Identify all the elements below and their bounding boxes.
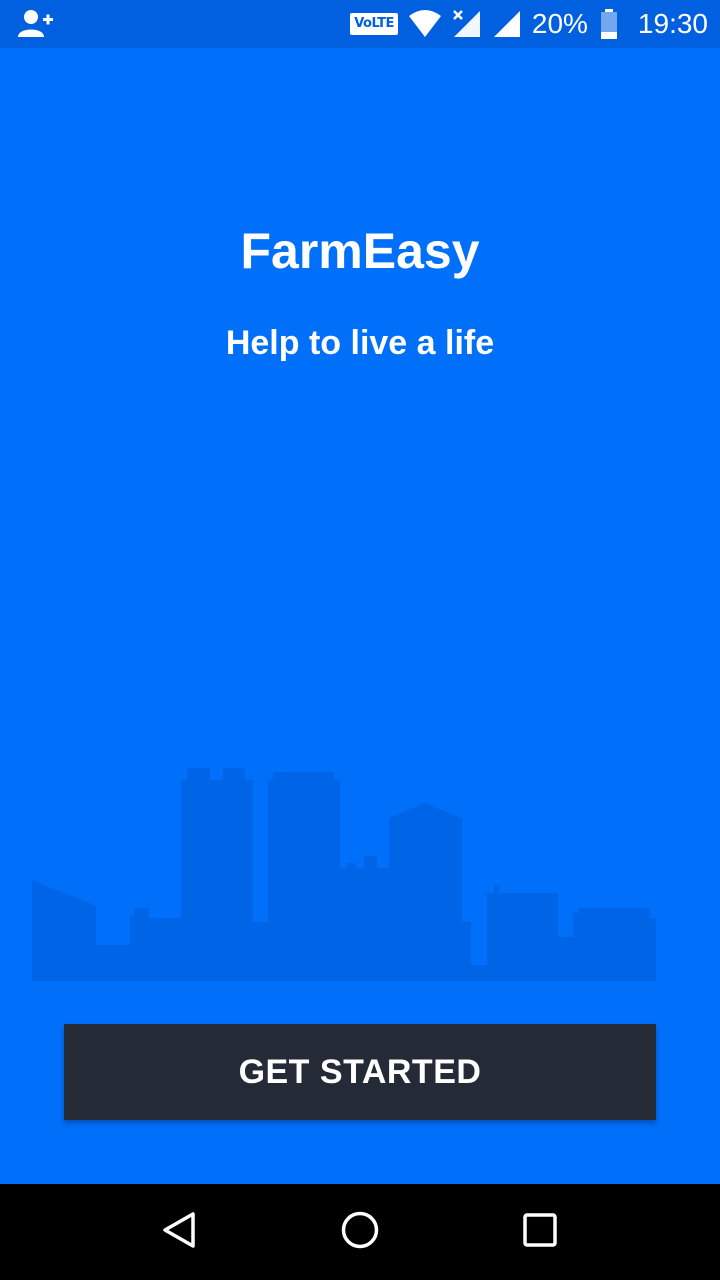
battery-percentage: 20%: [531, 8, 588, 39]
wifi-icon: [408, 10, 442, 38]
app-title: FarmEasy: [240, 223, 480, 279]
volte-badge: VoLTE: [350, 13, 398, 35]
signal-icon: [492, 9, 522, 39]
status-bar: VoLTE 20% 19:30: [0, 0, 720, 48]
get-started-button[interactable]: GET STARTED: [64, 1024, 656, 1120]
recents-button[interactable]: [510, 1202, 570, 1262]
add-user-icon: [18, 9, 54, 39]
navigation-bar: [0, 1184, 720, 1280]
app-tagline: Help to live a life: [225, 324, 495, 362]
no-data-signal-icon: [452, 9, 482, 39]
battery-icon: [600, 9, 618, 39]
home-button[interactable]: [330, 1202, 390, 1262]
back-icon: [160, 1210, 200, 1255]
home-icon: [339, 1209, 381, 1256]
back-button[interactable]: [150, 1202, 210, 1262]
clock: 19:30: [637, 8, 708, 39]
recents-icon: [521, 1211, 559, 1254]
city-skyline-illustration: [32, 768, 656, 981]
